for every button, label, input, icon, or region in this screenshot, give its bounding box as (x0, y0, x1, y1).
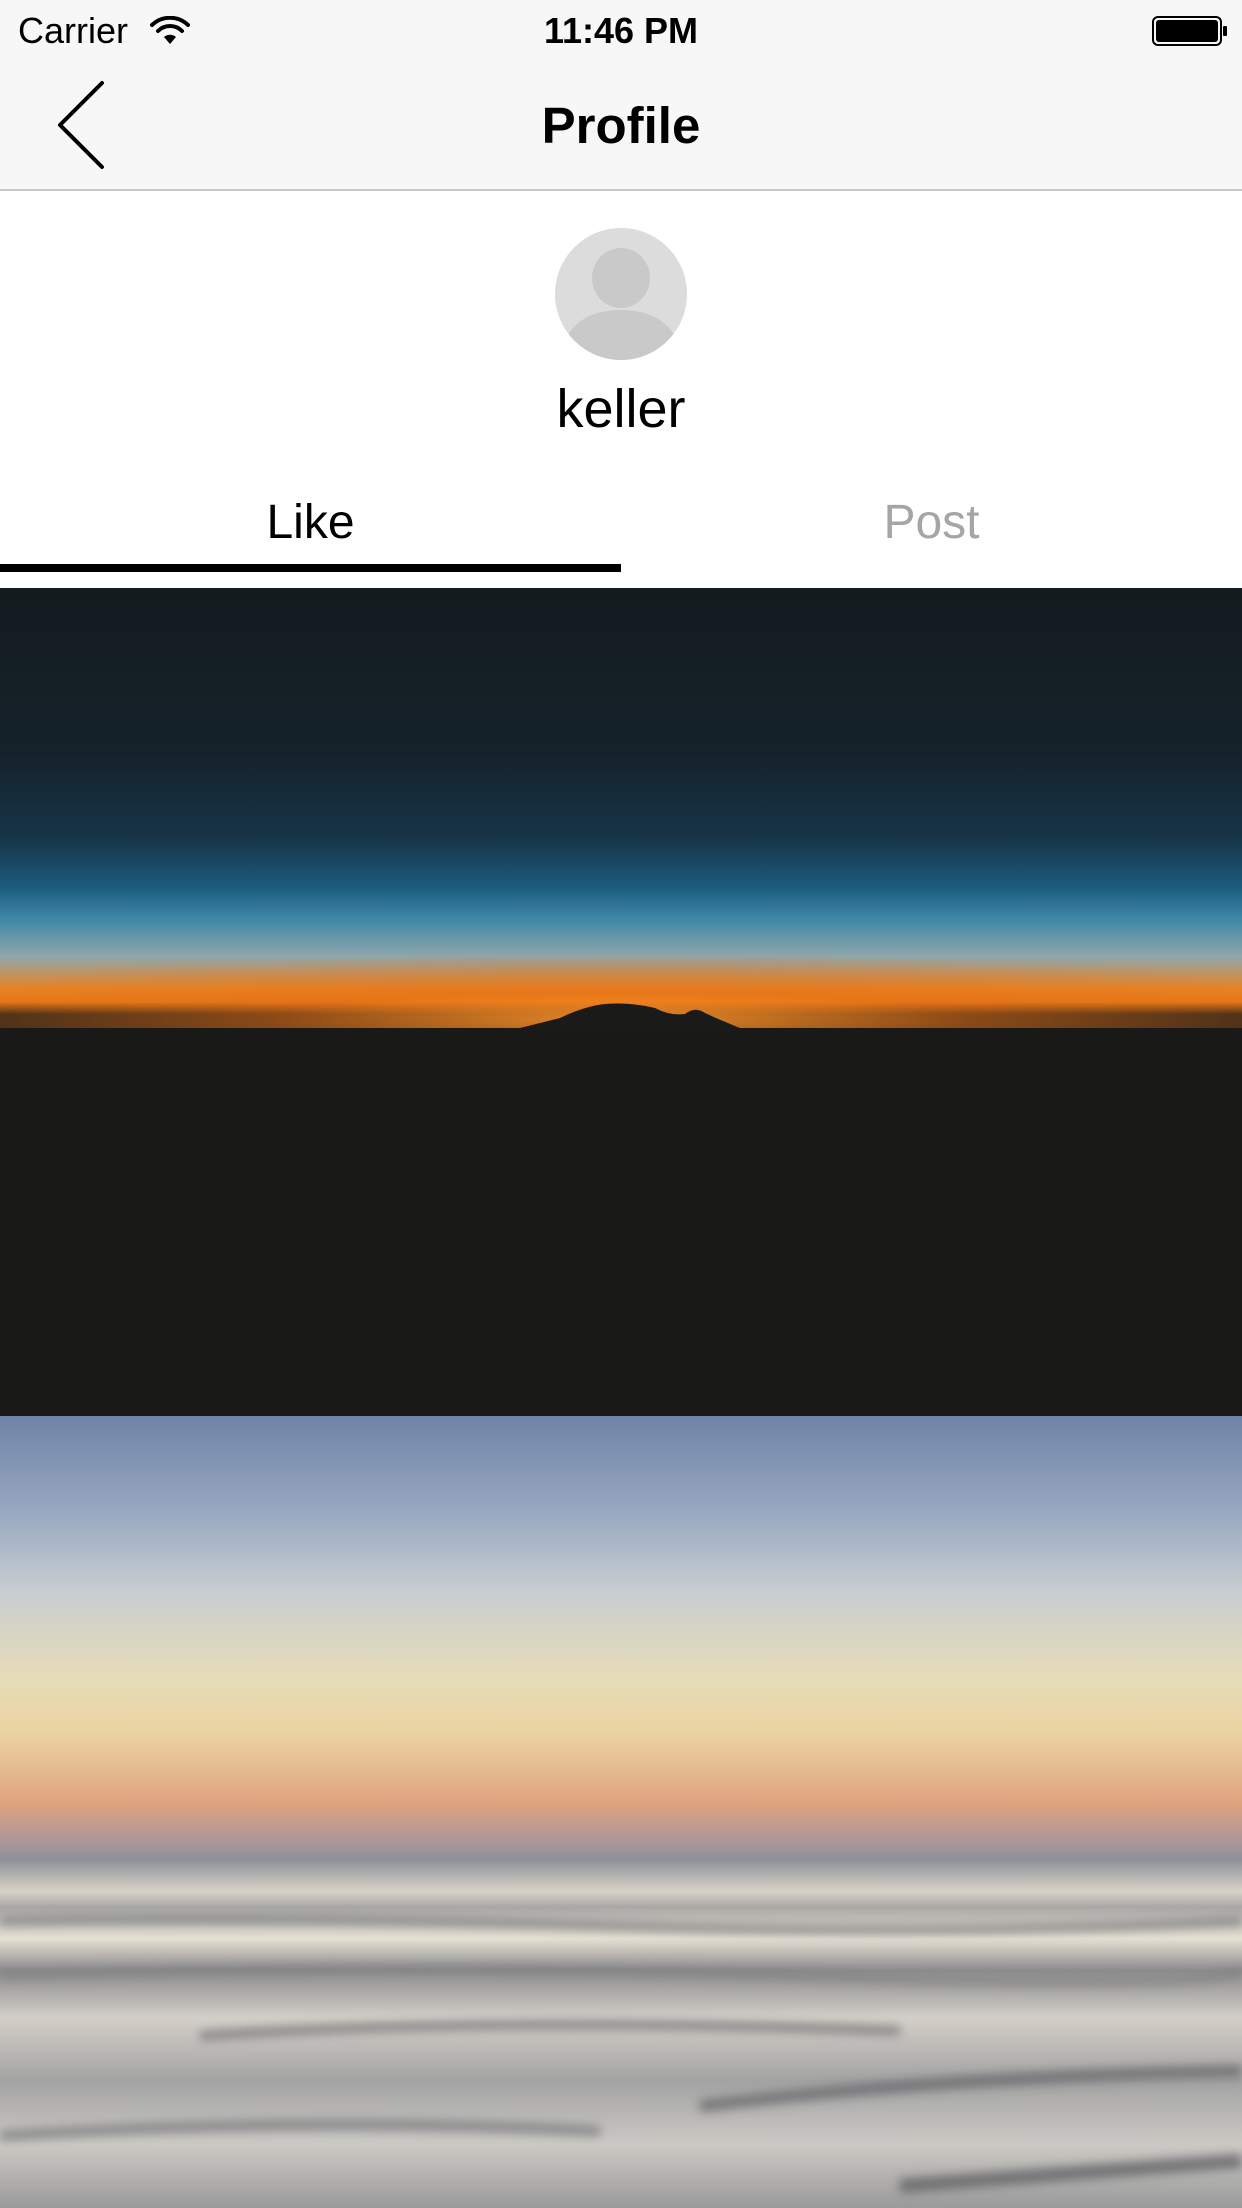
tab-like[interactable]: Like (0, 468, 621, 578)
avatar[interactable] (555, 228, 687, 360)
profile-screen: Carrier 11:46 PM Profile keller Like Pos… (0, 0, 1242, 2208)
battery-icon (1152, 16, 1227, 46)
tab-post[interactable]: Post (621, 468, 1242, 578)
feed-photo-seascape[interactable] (0, 1416, 1242, 2208)
tab-selection-indicator (0, 564, 621, 572)
profile-tabs: Like Post (0, 468, 1242, 588)
back-button[interactable] (40, 75, 120, 175)
navigation-bar: Profile (0, 60, 1242, 190)
sunset-horizon-photo (0, 1003, 1242, 1416)
username: keller (556, 379, 686, 439)
status-bar: Carrier 11:46 PM (0, 0, 1242, 60)
chevron-left-icon (58, 81, 104, 169)
feed-photo-sunset[interactable] (0, 588, 1242, 1416)
blurred-seascape-photo (0, 1915, 1242, 2193)
person-placeholder-icon (555, 228, 687, 360)
page-title: Profile (541, 97, 701, 154)
top-bar: Carrier 11:46 PM Profile (0, 0, 1242, 191)
status-time: 11:46 PM (543, 10, 699, 51)
